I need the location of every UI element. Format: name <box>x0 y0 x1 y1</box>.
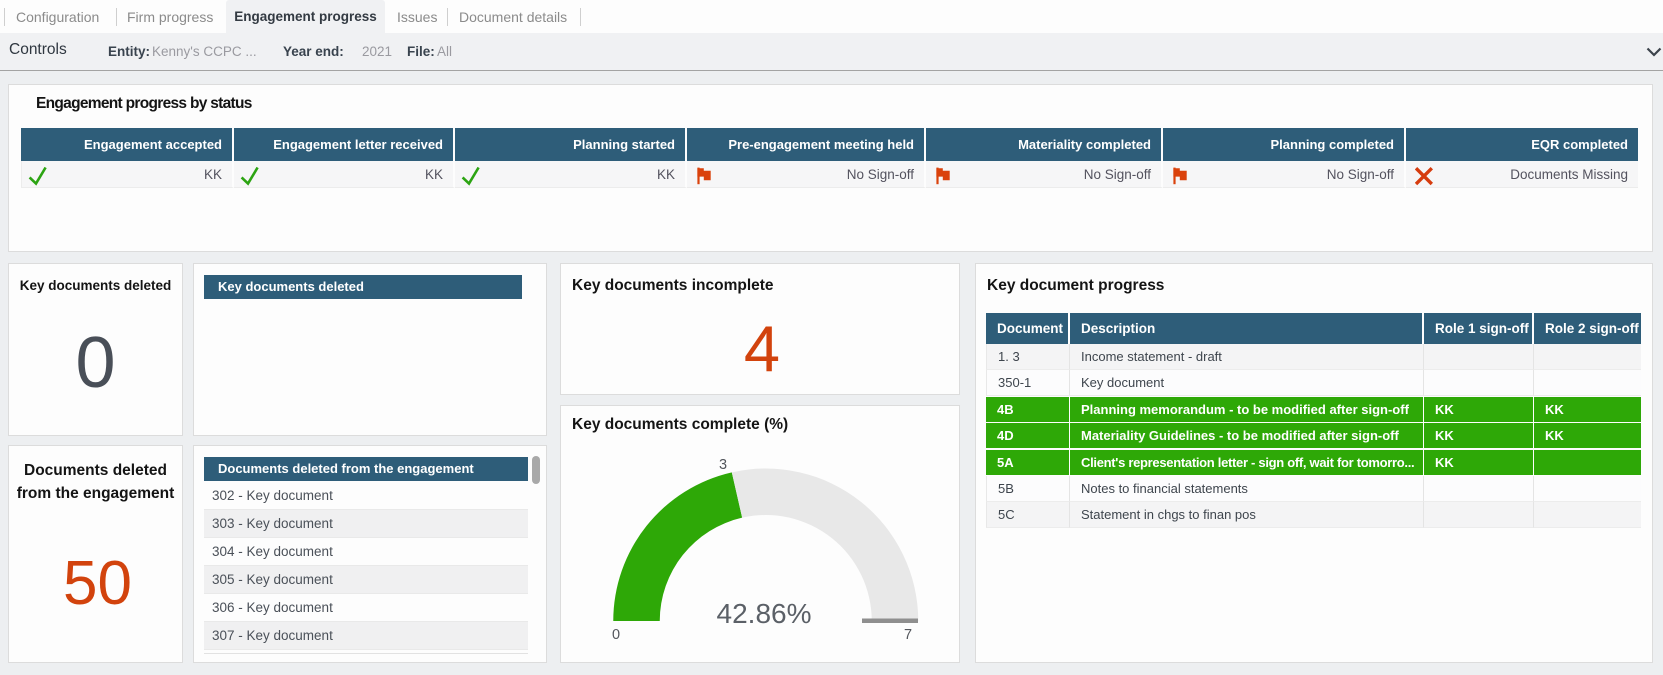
svg-text:7: 7 <box>904 627 912 643</box>
svg-text:42.86%: 42.86% <box>717 598 812 629</box>
svg-text:3: 3 <box>719 457 727 473</box>
svg-text:0: 0 <box>612 627 620 643</box>
